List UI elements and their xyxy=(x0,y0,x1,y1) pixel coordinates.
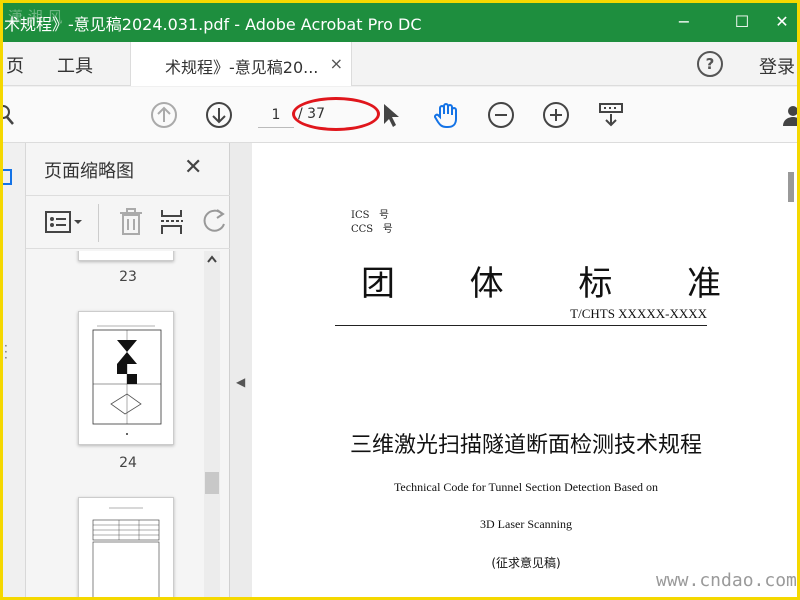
thumbnail-preview-24 xyxy=(92,325,162,435)
search-icon[interactable] xyxy=(0,100,22,130)
zoom-out-icon[interactable] xyxy=(486,100,516,130)
scroll-up-icon[interactable] xyxy=(207,255,217,263)
thumbnail-tools xyxy=(26,195,230,249)
main-toolbar: 1 / 37 xyxy=(0,87,800,143)
navigation-pane-strip: · · · xyxy=(0,143,26,600)
document-view[interactable]: ICS 号 CCS 号 团 体 标 准 T/CHTS XXXXX-XXXX 三维激… xyxy=(252,143,800,600)
page-thumbnails-panel: 页面缩略图 ✕ 23 24 xyxy=(26,143,230,600)
heading-char: 团 xyxy=(361,264,395,304)
hand-tool-icon[interactable] xyxy=(431,100,461,130)
panel-close-icon[interactable]: ✕ xyxy=(184,155,202,180)
document-scrollbar-thumb[interactable] xyxy=(788,172,794,202)
thumbnail-preview-25 xyxy=(92,507,160,600)
tab-bar: 页 工具 术规程》-意见稿20... × ? 登录 xyxy=(0,42,800,86)
ics-line: ICS 号 xyxy=(351,210,389,221)
watermark-top: 潇 湘 风 xyxy=(8,8,63,26)
page-thumbnail-24[interactable] xyxy=(78,311,174,445)
page-thumbnail-25[interactable] xyxy=(78,497,174,600)
select-cursor-icon[interactable] xyxy=(376,100,406,130)
page-label-23: 23 xyxy=(119,269,137,285)
thumbnails-nav-icon[interactable] xyxy=(2,169,12,185)
english-title-line1: Technical Code for Tunnel Section Detect… xyxy=(393,480,659,494)
tab-tools[interactable]: 工具 xyxy=(57,52,93,78)
minimize-button[interactable]: − xyxy=(666,6,702,36)
draft-note: (征求意见稿) xyxy=(491,556,561,570)
page-label-24: 24 xyxy=(119,455,137,471)
options-menu-icon[interactable] xyxy=(44,210,84,238)
thumbnail-scrollbar-thumb[interactable] xyxy=(205,472,219,494)
account-icon[interactable] xyxy=(778,100,800,130)
ccs-line: CCS 号 xyxy=(351,224,393,235)
ics-ccs-block: ICS 号 CCS 号 xyxy=(351,209,393,237)
page-display-icon[interactable] xyxy=(596,100,626,130)
heading-char: 标 xyxy=(578,264,613,304)
page-thumbnail-23[interactable] xyxy=(78,251,174,261)
next-page-icon[interactable] xyxy=(204,100,234,130)
panel-title: 页面缩略图 xyxy=(44,161,134,182)
sign-in-button[interactable]: 登录 xyxy=(759,53,795,79)
thumbnail-list: 23 24 xyxy=(26,251,230,600)
standard-code: T/CHTS XXXXX-XXXX xyxy=(570,306,707,321)
watermark-bottom: www.cndao.com xyxy=(656,570,797,591)
delete-page-icon[interactable] xyxy=(118,208,144,240)
window-title: 术规程》-意见稿2024.031.pdf - Adobe Acrobat Pro… xyxy=(4,15,422,34)
thumbnail-scrollbar[interactable] xyxy=(204,251,220,600)
heading-char: 准 xyxy=(686,264,721,304)
tab-home[interactable]: 页 xyxy=(6,52,24,78)
group-standard-heading: 团 体 标 准 xyxy=(361,256,721,305)
tool-divider xyxy=(98,204,99,242)
title-bar: 术规程》-意见稿2024.031.pdf - Adobe Acrobat Pro… xyxy=(0,0,800,42)
collapse-arrow-icon: ◀ xyxy=(236,375,246,389)
annotation-circle xyxy=(292,97,380,131)
maximize-button[interactable]: ☐ xyxy=(724,6,760,36)
more-options-icon[interactable]: · · · xyxy=(4,340,8,364)
rotate-page-icon[interactable] xyxy=(202,208,228,240)
heading-char: 体 xyxy=(469,264,504,304)
panel-collapse-handle[interactable]: ◀ xyxy=(230,143,252,600)
chinese-title: 三维激光扫描隧道断面检测技术规程 xyxy=(349,433,702,458)
close-window-button[interactable]: ✕ xyxy=(764,6,800,36)
extract-page-icon[interactable] xyxy=(159,208,185,240)
document-scrollbar[interactable] xyxy=(786,152,796,592)
english-title-line2: 3D Laser Scanning xyxy=(480,517,572,531)
document-tab[interactable]: 术规程》-意见稿20... × xyxy=(130,42,352,86)
document-tab-label: 术规程》-意见稿20... xyxy=(165,58,319,77)
zoom-in-icon[interactable] xyxy=(541,100,571,130)
document-tab-close-icon[interactable]: × xyxy=(330,54,343,73)
heading-rule xyxy=(335,325,707,326)
previous-page-icon[interactable] xyxy=(149,100,179,130)
page-number-input[interactable]: 1 xyxy=(258,102,294,128)
help-icon[interactable]: ? xyxy=(697,51,723,77)
